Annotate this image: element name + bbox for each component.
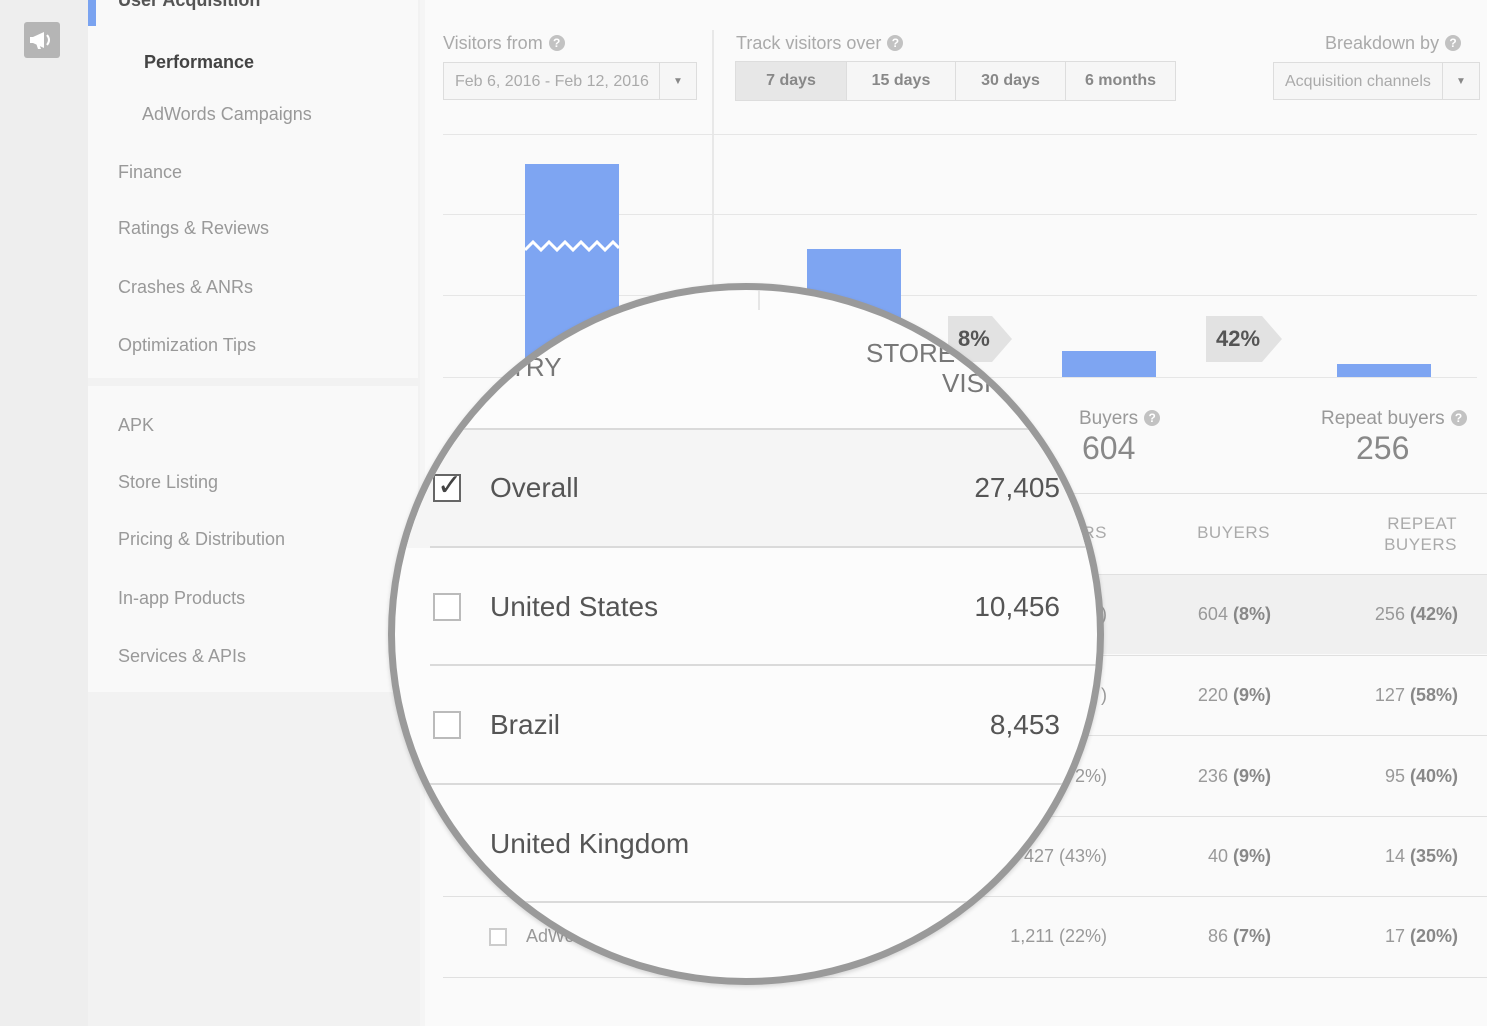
visitors-from-label: Visitors from? <box>443 33 565 54</box>
column-header-repeat-buyers[interactable]: REPEAT BUYERS <box>1330 513 1457 555</box>
table-cell-repeat: 95 (40%) <box>1384 766 1458 786</box>
row-value-overall: 27,405 <box>974 472 1060 503</box>
chevron-down-icon: ▼ <box>659 63 696 99</box>
row-label-brazil: Brazil <box>490 709 561 740</box>
table-cell-repeat: 17 (20%) <box>1384 926 1458 946</box>
megaphone-icon[interactable] <box>24 22 60 58</box>
sidebar-item-ratings[interactable]: Ratings & Reviews <box>118 218 269 239</box>
funnel-label-visitors: VISI <box>942 368 992 398</box>
table-cell-repeat: 127 (58%) <box>1374 685 1458 705</box>
row-value-united-states: 10,456 <box>974 591 1060 622</box>
brazil-checkbox[interactable] <box>433 711 461 739</box>
row-value-brazil: 8,453 <box>989 709 1060 740</box>
funnel-bar-repeat-buyers <box>1337 364 1431 377</box>
sidebar-item-services[interactable]: Services & APIs <box>118 646 246 667</box>
help-icon[interactable]: ? <box>548 35 565 51</box>
row-label-overall: Overall <box>490 472 579 503</box>
divider <box>712 30 714 290</box>
help-icon[interactable]: ? <box>1445 35 1462 51</box>
divider <box>758 290 760 310</box>
track-15-days-button[interactable]: 15 days <box>846 61 956 101</box>
repeat-buyers-metric-label: Repeat buyers? <box>1321 408 1467 430</box>
magnified-table: TRY STORE VISI Overall 27,405 United Sta… <box>395 290 1097 978</box>
table-cell-buyers: 220 (9%) <box>1197 685 1271 705</box>
gridline <box>443 134 1477 135</box>
table-cell-repeat: 256 (42%) <box>1374 604 1458 624</box>
funnel-label-country: TRY <box>510 352 562 382</box>
table-divider <box>430 428 1097 430</box>
table-cell-buyers: 604 (8%) <box>1197 604 1271 624</box>
table-cell-buyers: 86 (7%) <box>1207 926 1271 946</box>
track-7-days-button[interactable]: 7 days <box>735 61 847 101</box>
track-6-months-button[interactable]: 6 months <box>1065 61 1176 101</box>
active-indicator <box>88 0 96 26</box>
column-header-buyers[interactable]: BUYERS <box>1150 523 1270 543</box>
sidebar-item-optimization[interactable]: Optimization Tips <box>118 335 256 356</box>
repeat-buyers-metric-value: 256 <box>1356 430 1410 466</box>
overall-checkbox[interactable] <box>433 468 462 503</box>
table-cell-repeat: 14 (35%) <box>1384 846 1458 866</box>
help-icon[interactable]: ? <box>1450 410 1467 426</box>
row-label-united-kingdom: United Kingdom <box>490 828 690 859</box>
sidebar-item-inapp[interactable]: In-app Products <box>118 588 245 609</box>
chevron-down-icon: ▼ <box>1442 63 1479 99</box>
sidebar-item-crashes[interactable]: Crashes & ANRs <box>118 277 253 298</box>
table-cell-visitors: ) <box>1101 685 1107 705</box>
help-icon[interactable]: ? <box>887 35 904 51</box>
table-cell-buyers: 40 (9%) <box>1207 846 1271 866</box>
magnifier-lens: TRY STORE VISI Overall 27,405 United Sta… <box>388 283 1104 985</box>
sidebar-section-title[interactable]: User Acquisition <box>118 0 260 11</box>
sidebar-item-performance[interactable]: Performance <box>144 52 254 73</box>
united-states-checkbox[interactable] <box>433 593 461 621</box>
table-divider <box>430 901 1097 903</box>
left-rail <box>0 0 88 1026</box>
help-icon[interactable]: ? <box>1144 410 1161 426</box>
sidebar-item-finance[interactable]: Finance <box>118 162 182 183</box>
sidebar-item-pricing[interactable]: Pricing & Distribution <box>118 529 285 550</box>
breakdown-select[interactable]: Acquisition channels ▼ <box>1273 62 1480 100</box>
table-divider <box>430 664 1097 666</box>
date-range-select[interactable]: Feb 6, 2016 - Feb 12, 2016 ▼ <box>443 62 697 100</box>
sidebar-item-adwords[interactable]: AdWords Campaigns <box>142 104 312 125</box>
funnel-label-store: STORE <box>866 338 956 368</box>
table-cell-buyers: 236 (9%) <box>1197 766 1271 786</box>
axis-break-icon <box>525 239 619 253</box>
breakdown-label: Breakdown by? <box>1325 33 1462 54</box>
conversion-arrow-repeat: 42% <box>1206 316 1282 362</box>
row-label-united-states: United States <box>490 591 659 622</box>
track-visitors-label: Track visitors over? <box>736 33 904 54</box>
table-divider <box>430 546 1097 548</box>
sidebar-item-store-listing[interactable]: Store Listing <box>118 472 218 493</box>
sidebar <box>88 0 420 1026</box>
track-30-days-button[interactable]: 30 days <box>955 61 1066 101</box>
table-divider <box>430 783 1097 785</box>
sidebar-item-apk[interactable]: APK <box>118 415 154 436</box>
